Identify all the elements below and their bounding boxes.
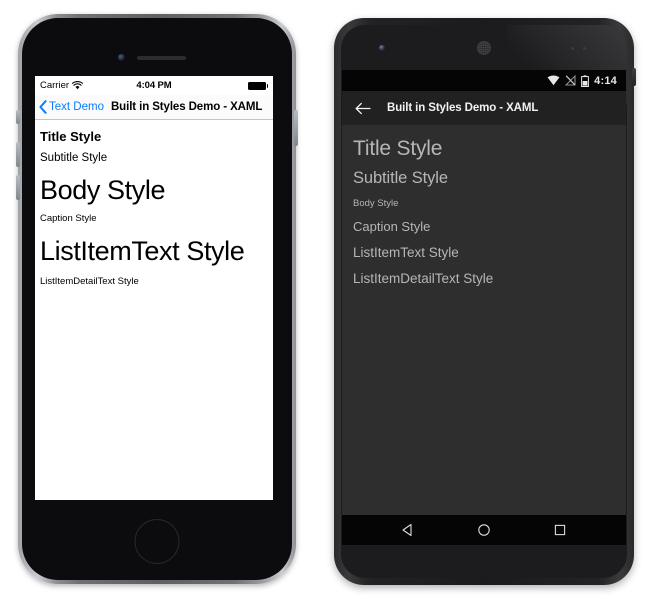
ios-text-subtitle-style: Subtitle Style: [40, 151, 108, 164]
power-button[interactable]: [632, 68, 636, 86]
ios-content-area: Title Style Subtitle Style Body Style Ca…: [35, 120, 273, 500]
home-button[interactable]: [134, 519, 180, 564]
android-text-body-style: Body Style: [353, 197, 399, 209]
arrow-left-icon[interactable]: [355, 102, 371, 115]
earpiece-grille-icon: [477, 41, 491, 55]
android-status-bar: 4:14: [342, 70, 626, 91]
android-device: 4:14 Built in Styles Demo - XAML Title S…: [334, 18, 636, 585]
android-content-area: Title Style Subtitle Style Body Style Ca…: [342, 125, 626, 515]
iphone-screen: Carrier 4:04 PM Text Demo Built in Style…: [35, 76, 273, 500]
front-camera-icon: [118, 54, 125, 61]
power-button[interactable]: [294, 110, 298, 146]
android-clock: 4:14: [594, 74, 617, 87]
front-camera-icon: [379, 45, 385, 51]
nav-recents-square-icon[interactable]: [553, 523, 567, 537]
nav-home-circle-icon[interactable]: [477, 523, 491, 537]
android-text-title-style: Title Style: [353, 137, 443, 160]
ios-clock: 4:04 PM: [136, 80, 172, 91]
android-nav-bar: [342, 515, 626, 545]
wifi-icon: [547, 75, 560, 86]
android-text-caption-style: Caption Style: [353, 219, 431, 235]
ios-text-listitemdetailtext-style: ListItemDetailText Style: [40, 275, 139, 287]
android-text-subtitle-style: Subtitle Style: [353, 169, 448, 188]
android-text-listitemdetailtext-style: ListItemDetailText Style: [353, 270, 494, 286]
android-text-listitemtext-style: ListItemText Style: [353, 244, 459, 260]
ios-back-button[interactable]: Text Demo: [39, 100, 104, 114]
ios-page-title: Built in Styles Demo - XAML: [110, 101, 263, 113]
screenshot-stage: Carrier 4:04 PM Text Demo Built in Style…: [0, 0, 645, 600]
ios-text-title-style: Title Style: [40, 129, 102, 144]
android-screen: 4:14 Built in Styles Demo - XAML Title S…: [342, 70, 626, 545]
proximity-sensor-icon: [571, 47, 574, 50]
ios-back-label: Text Demo: [49, 101, 104, 113]
iphone-device: Carrier 4:04 PM Text Demo Built in Style…: [16, 14, 298, 584]
nav-back-triangle-icon[interactable]: [401, 523, 415, 537]
earpiece-speaker-icon: [137, 56, 186, 60]
ios-status-bar: Carrier 4:04 PM: [35, 76, 273, 95]
android-app-bar: Built in Styles Demo - XAML: [342, 91, 626, 125]
ios-text-body-style: Body Style: [40, 175, 166, 206]
battery-half-icon: [581, 74, 590, 87]
signal-no-sim-icon: [565, 75, 576, 86]
battery-full-icon: [247, 81, 268, 90]
chevron-left-icon: [39, 100, 47, 114]
mute-switch[interactable]: [16, 110, 20, 124]
volume-down-button[interactable]: [16, 175, 20, 200]
ios-text-caption-style: Caption Style: [40, 213, 97, 224]
android-page-title: Built in Styles Demo - XAML: [387, 102, 539, 114]
ios-text-listitemtext-style: ListItemText Style: [40, 235, 245, 266]
ios-nav-bar: Text Demo Built in Styles Demo - XAML: [35, 95, 273, 120]
volume-up-button[interactable]: [16, 142, 20, 167]
light-sensor-icon: [583, 47, 586, 50]
